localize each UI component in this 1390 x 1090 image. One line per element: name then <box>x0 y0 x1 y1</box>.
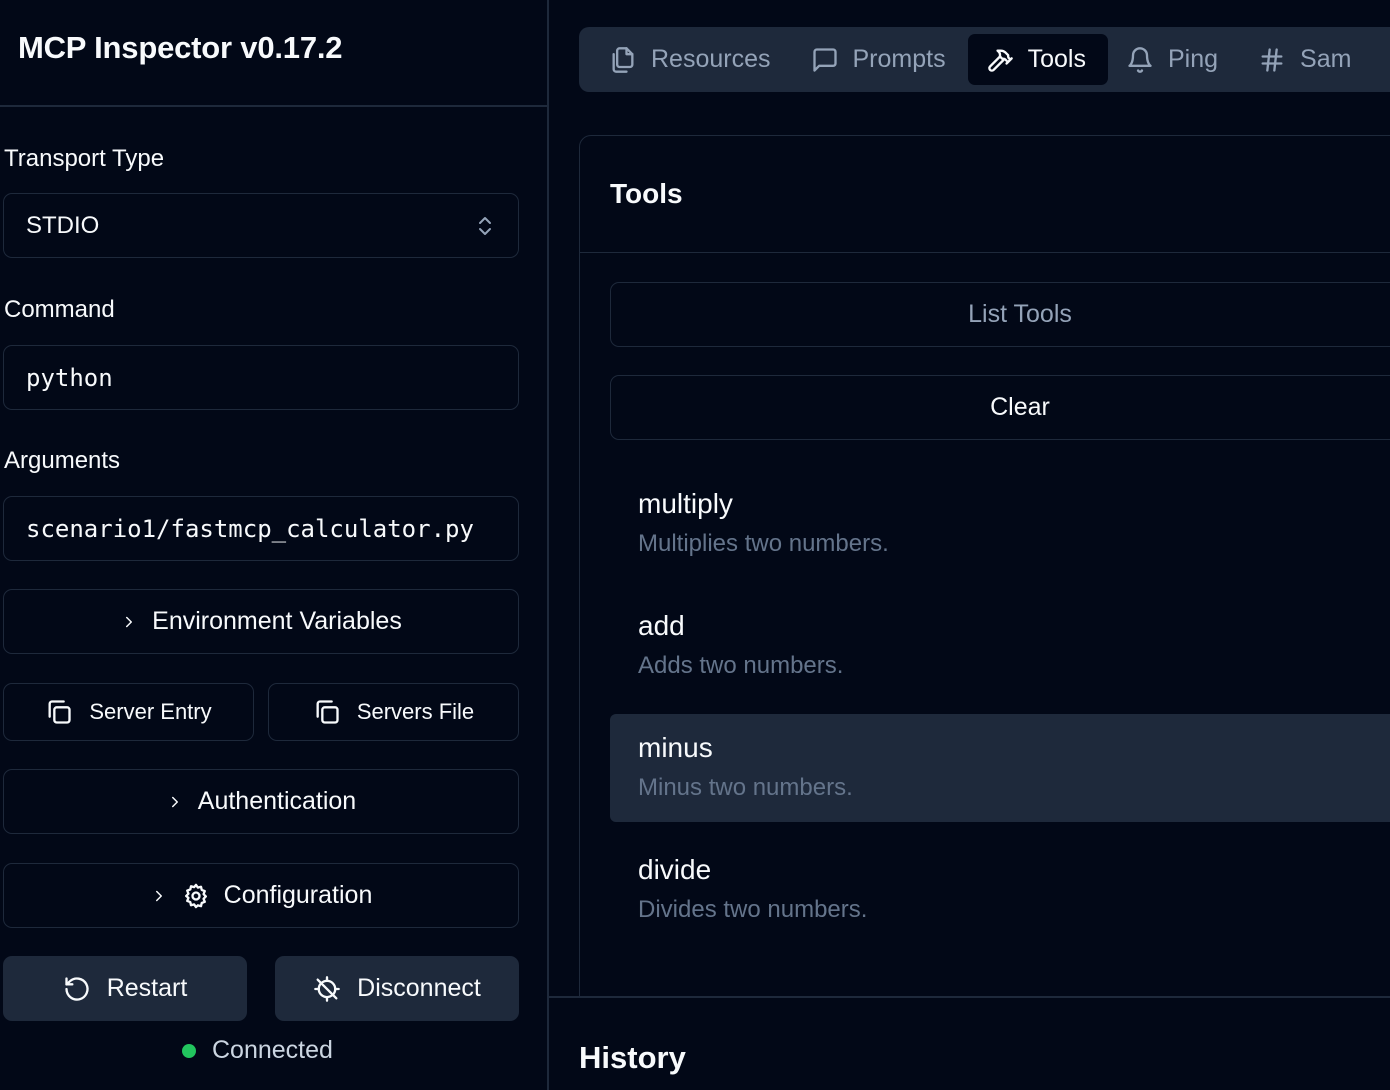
tab-label: Ping <box>1167 45 1219 73</box>
authentication-label: Authentication <box>197 787 357 815</box>
tool-name: add <box>638 610 685 641</box>
environment-variables-button[interactable]: Environment Variables <box>3 589 519 654</box>
servers-file-button[interactable]: Servers File <box>268 683 519 741</box>
tool-item-minus[interactable]: minus Minus two numbers. <box>610 714 1390 822</box>
app-title: MCP Inspector v0.17.2 <box>18 29 343 65</box>
configuration-label: Configuration <box>223 881 373 909</box>
restart-label: Restart <box>106 974 188 1002</box>
tab-tools[interactable]: Tools <box>967 34 1108 85</box>
bell-icon <box>1128 46 1152 73</box>
disconnect-button[interactable]: Disconnect <box>275 956 519 1021</box>
tab-label: Tools <box>1027 45 1086 73</box>
environment-variables-label: Environment Variables <box>152 607 402 635</box>
sidebar: MCP Inspector v0.17.2 Transport Type STD… <box>0 0 549 1090</box>
unplug-icon <box>314 975 340 1002</box>
servers-file-label: Servers File <box>356 699 475 724</box>
configuration-button[interactable]: Configuration <box>3 863 519 928</box>
tool-description: Divides two numbers. <box>638 896 868 923</box>
server-entry-button[interactable]: Server Entry <box>3 683 254 741</box>
transport-type-select[interactable]: STDIO <box>3 193 519 258</box>
connection-status: Connected <box>182 1036 333 1065</box>
tab-sampling[interactable]: Sam <box>1240 34 1373 85</box>
gear-icon <box>184 883 207 908</box>
hammer-icon <box>987 49 1013 72</box>
authentication-button[interactable]: Authentication <box>3 769 519 834</box>
tab-label: Sam <box>1300 45 1352 73</box>
arguments-input[interactable]: scenario1/fastmcp_calculator.py <box>3 496 519 561</box>
tool-item-divide[interactable]: divide Divides two numbers. <box>610 836 1390 944</box>
tool-item-multiply[interactable]: multiply Multiplies two numbers. <box>610 470 1390 578</box>
command-label: Command <box>4 296 115 323</box>
tools-card-header: Tools <box>580 136 1390 253</box>
tool-description: Adds two numbers. <box>638 652 844 679</box>
history-title: History <box>579 1040 686 1075</box>
tool-name: multiply <box>638 488 733 519</box>
tools-title: Tools <box>610 178 683 209</box>
command-input[interactable]: python <box>3 345 519 410</box>
tab-resources[interactable]: Resources <box>591 34 793 85</box>
tab-prompts[interactable]: Prompts <box>793 34 968 85</box>
hash-icon <box>1261 47 1283 72</box>
copy-icon <box>316 700 339 724</box>
transport-type-label: Transport Type <box>4 145 165 172</box>
tabs-bar: Resources Prompts Tools Ping Sam <box>579 27 1390 92</box>
clear-button[interactable]: Clear <box>610 375 1390 440</box>
status-dot <box>182 1043 196 1058</box>
restart-button[interactable]: Restart <box>3 956 247 1021</box>
disconnect-label: Disconnect <box>357 974 481 1002</box>
files-icon <box>612 46 634 73</box>
tab-ping[interactable]: Ping <box>1108 34 1240 85</box>
chevrons-up-down-icon <box>479 216 491 235</box>
history-panel: History <box>549 996 1390 1090</box>
tool-name: minus <box>638 732 713 763</box>
chevron-right-icon <box>171 796 178 807</box>
tool-description: Multiplies two numbers. <box>638 530 889 557</box>
tools-card: Tools List Tools Clear multiply Multipli… <box>579 135 1390 1015</box>
chevron-right-icon <box>126 616 133 627</box>
chevron-right-icon <box>155 890 162 901</box>
server-entry-label: Server Entry <box>89 699 212 724</box>
tab-label: Prompts <box>852 45 946 73</box>
list-tools-button[interactable]: List Tools <box>610 282 1390 347</box>
status-text: Connected <box>212 1036 333 1064</box>
arguments-label: Arguments <box>4 447 121 474</box>
sidebar-header: MCP Inspector v0.17.2 <box>0 0 547 107</box>
rotate-ccw-icon <box>65 976 89 1001</box>
tab-label: Resources <box>651 45 771 73</box>
tool-item-add[interactable]: add Adds two numbers. <box>610 592 1390 700</box>
message-square-icon <box>812 47 837 72</box>
transport-type-value: STDIO <box>26 211 100 239</box>
copy-icon <box>48 700 72 724</box>
tool-description: Minus two numbers. <box>638 774 853 801</box>
tool-name: divide <box>638 854 712 885</box>
